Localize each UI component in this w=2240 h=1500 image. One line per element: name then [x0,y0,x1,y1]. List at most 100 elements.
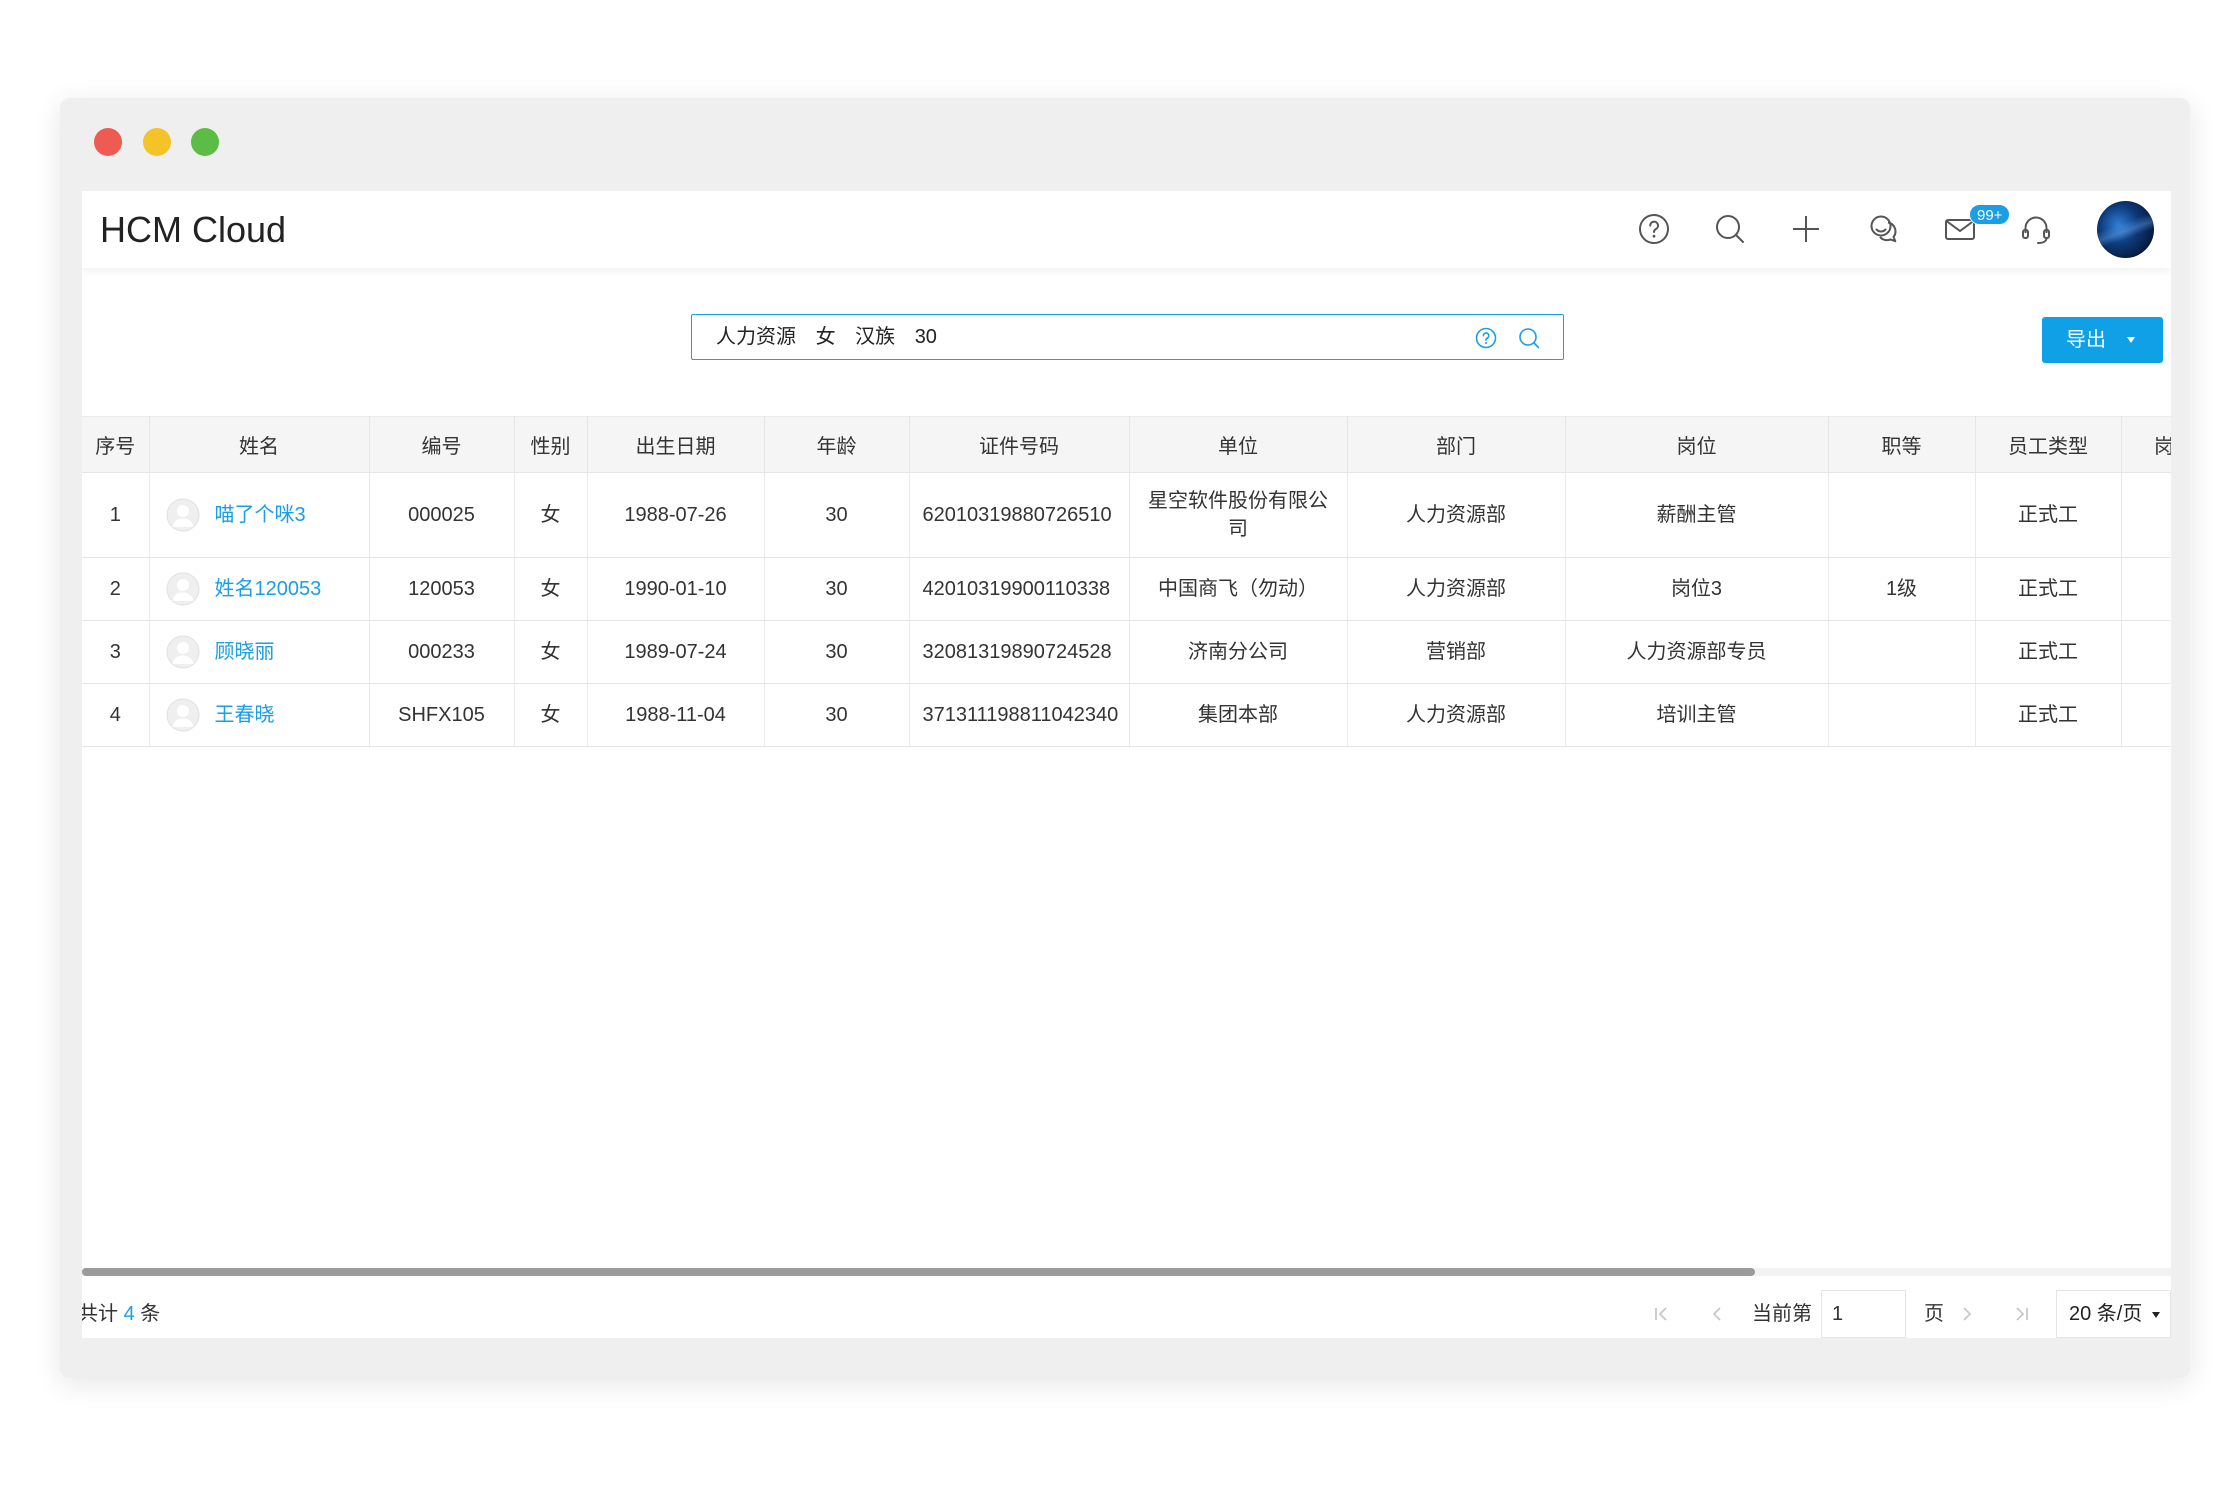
cell-birth-date: 1988-07-26 [587,472,765,558]
cell-employee-type: 正式工 [1975,557,2122,621]
user-placeholder-icon [166,572,200,606]
cell-department: 人力资源部 [1347,683,1566,747]
cell-position: 人力资源部专员 [1565,620,1829,684]
first-page-icon[interactable] [1651,1304,1671,1324]
column-header-grade[interactable]: 职等 [1828,416,1976,473]
column-header-unit[interactable]: 单位 [1129,416,1348,473]
app-area: HCM Cloud 99+ 人力资源 女 汉族 30 导出 序号 姓名 编号 性… [82,191,2171,1338]
table-row[interactable]: 3 顾晓丽 000233 女 1989-07-24 30 32081319890… [82,620,2171,684]
cell-post [2121,620,2171,684]
cell-position: 岗位3 [1565,557,1829,621]
maximize-window-button[interactable] [191,128,219,156]
search-tokens: 人力资源 女 汉族 30 [716,315,951,359]
column-header-position[interactable]: 岗位 [1565,416,1829,473]
cell-unit: 济南分公司 [1129,620,1348,684]
export-button[interactable]: 导出 [2042,317,2163,363]
cell-department: 营销部 [1347,620,1566,684]
cell-birth-date: 1988-11-04 [587,683,765,747]
cell-gender: 女 [514,620,588,684]
column-header-employee-type[interactable]: 员工类型 [1975,416,2122,473]
cell-id-number: 32081319890724528 [909,620,1130,684]
employee-name-link[interactable]: 喵了个咪3 [215,504,306,526]
user-avatar[interactable] [2097,201,2154,258]
cell-name: 王春晓 [149,683,370,747]
search-input[interactable]: 人力资源 女 汉族 30 [691,314,1564,360]
search-icon[interactable] [1517,326,1541,350]
cell-id-number: 62010319880726510 [909,472,1130,558]
cell-unit: 中国商飞（勿动） [1129,557,1348,621]
cell-id-number: 42010319900110338 [909,557,1130,621]
scrollbar-thumb[interactable] [82,1268,1755,1276]
chat-icon[interactable] [1867,212,1901,246]
page-size-value: 20 条/页 [2069,1303,2143,1325]
cell-name: 喵了个咪3 [149,472,370,558]
page-suffix: 页 [1924,1303,1944,1325]
plus-icon[interactable] [1789,212,1823,246]
minimize-window-button[interactable] [143,128,171,156]
employee-name-link[interactable]: 王春晓 [215,704,275,726]
prev-page-icon[interactable] [1707,1304,1727,1324]
search-token[interactable]: 30 [915,326,937,348]
cell-post [2121,557,2171,621]
cell-grade [1828,683,1976,747]
employee-name-link[interactable]: 姓名120053 [215,578,322,600]
current-page-label: 当前第 [1752,1303,1812,1325]
cell-position: 培训主管 [1565,683,1829,747]
column-header-name[interactable]: 姓名 [149,416,370,473]
app-title: HCM Cloud [100,209,287,250]
cell-index: 4 [82,683,150,747]
cell-name: 姓名120053 [149,557,370,621]
cell-age: 30 [764,683,910,747]
cell-unit: 星空软件股份有限公司 [1129,472,1348,558]
next-page-icon[interactable] [1957,1304,1977,1324]
column-header-post[interactable]: 岗 [2121,416,2171,473]
column-header-birth-date[interactable]: 出生日期 [587,416,765,473]
cell-post [2121,683,2171,747]
user-placeholder-icon [166,635,200,669]
cell-grade [1828,620,1976,684]
cell-gender: 女 [514,683,588,747]
cell-age: 30 [764,557,910,621]
last-page-icon[interactable] [2012,1304,2032,1324]
search-icon[interactable] [1713,212,1747,246]
cell-grade: 1级 [1828,557,1976,621]
column-header-code[interactable]: 编号 [369,416,515,473]
employee-name-link[interactable]: 顾晓丽 [215,641,275,663]
column-header-department[interactable]: 部门 [1347,416,1566,473]
column-header-gender[interactable]: 性别 [514,416,588,473]
browser-window: HCM Cloud 99+ 人力资源 女 汉族 30 导出 序号 姓名 编号 性… [60,98,2190,1378]
total-suffix: 条 [140,1303,161,1325]
page-number-input[interactable] [1821,1290,1906,1338]
table-row[interactable]: 1 喵了个咪3 000025 女 1988-07-26 30 620103198… [82,472,2171,558]
cell-code: 000025 [369,472,515,558]
user-placeholder-icon [166,698,200,732]
horizontal-scrollbar[interactable] [82,1268,2171,1276]
caret-down-icon [2127,337,2135,343]
column-header-index[interactable]: 序号 [82,416,150,473]
cell-employee-type: 正式工 [1975,620,2122,684]
close-window-button[interactable] [94,128,122,156]
cell-code: 120053 [369,557,515,621]
search-token[interactable]: 汉族 [855,326,895,348]
search-token[interactable]: 女 [816,326,836,348]
cell-grade [1828,472,1976,558]
cell-code: SHFX105 [369,683,515,747]
cell-id-number: 371311198811042340 [909,683,1130,747]
column-header-id-number[interactable]: 证件号码 [909,416,1130,473]
employee-table: 序号 姓名 编号 性别 出生日期 年龄 证件号码 单位 部门 岗位 职等 员工类… [82,416,2171,747]
page-size-select[interactable]: 20 条/页 [2056,1290,2171,1338]
cell-age: 30 [764,472,910,558]
caret-down-icon [2152,1312,2160,1318]
table-row[interactable]: 2 姓名120053 120053 女 1990-01-10 30 420103… [82,557,2171,621]
cell-gender: 女 [514,472,588,558]
column-header-age[interactable]: 年龄 [764,416,910,473]
headset-icon[interactable] [2019,212,2053,246]
cell-department: 人力资源部 [1347,472,1566,558]
export-label: 导出 [2066,329,2106,351]
table-row[interactable]: 4 王春晓 SHFX105 女 1988-11-04 30 3713111988… [82,683,2171,747]
help-icon[interactable] [1637,212,1671,246]
mail-count-badge: 99+ [1969,204,2011,225]
search-token[interactable]: 人力资源 [716,326,796,348]
help-circle-icon[interactable] [1474,326,1498,350]
cell-age: 30 [764,620,910,684]
